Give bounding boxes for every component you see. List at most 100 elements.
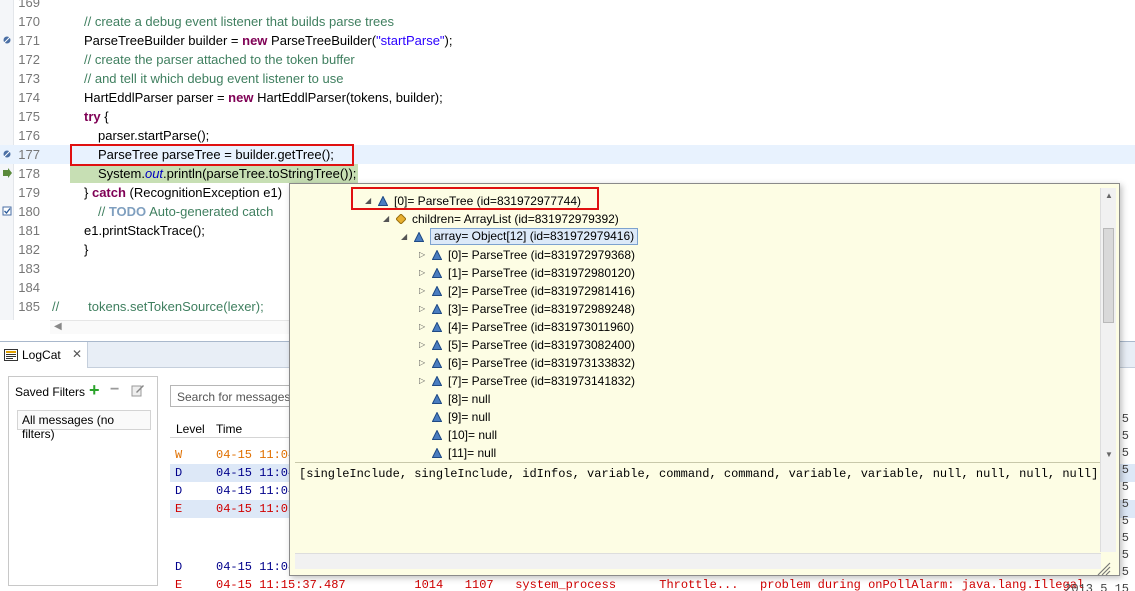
code-line[interactable]: 176 parser.startParse(); bbox=[0, 126, 1135, 145]
log-level: D bbox=[175, 466, 183, 480]
expanded-arrow-icon[interactable]: ◢ bbox=[383, 210, 393, 228]
remove-filter-button[interactable]: − bbox=[110, 381, 119, 399]
filter-item-all-messages[interactable]: All messages (no filters) bbox=[17, 410, 151, 441]
collapsed-arrow-icon[interactable]: ▷ bbox=[419, 282, 429, 300]
log-level: E bbox=[175, 578, 183, 591]
scroll-left-arrow-icon[interactable]: ◀ bbox=[54, 321, 62, 332]
log-cell-fragment: 5 bbox=[1121, 429, 1129, 443]
line-number: 173 bbox=[18, 71, 40, 86]
code-line[interactable]: 169 bbox=[0, 0, 1135, 12]
value-detail-pane[interactable]: [singleInclude, singleInclude, idInfos, … bbox=[295, 462, 1101, 552]
tree-node-label: [4]= ParseTree (id=831973011960) bbox=[448, 320, 635, 334]
column-header-level[interactable]: Level bbox=[176, 422, 205, 436]
code-line[interactable]: 172 // create the parser attached to the … bbox=[0, 50, 1135, 69]
log-cell-fragment: 5 bbox=[1121, 480, 1129, 494]
log-time: 04-15 11:04 bbox=[216, 484, 296, 498]
resize-grip-icon[interactable] bbox=[1097, 562, 1111, 576]
scroll-up-arrow-icon[interactable]: ▲ bbox=[1105, 191, 1113, 200]
code-line[interactable]: 174 HartEddlParser parser = new HartEddlP… bbox=[0, 88, 1135, 107]
tree-node-label: [7]= ParseTree (id=831973141832) bbox=[448, 374, 636, 388]
code-text: try { bbox=[84, 109, 109, 124]
line-number: 175 bbox=[18, 109, 40, 124]
line-number: 171 bbox=[18, 33, 40, 48]
code-text: // tokens.setTokenSource(lexer); bbox=[52, 299, 264, 314]
line-number: 177 bbox=[18, 147, 40, 162]
public-field-icon bbox=[432, 430, 442, 440]
saved-filters-panel: Saved Filters + − All messages (no filte… bbox=[8, 376, 158, 586]
detail-vertical-scrollbar[interactable] bbox=[1100, 462, 1116, 552]
line-number: 182 bbox=[18, 242, 40, 257]
tree-vertical-scrollbar[interactable]: ▲ ▼ bbox=[1100, 188, 1116, 462]
collapsed-arrow-icon[interactable]: ▷ bbox=[419, 336, 429, 354]
code-line[interactable]: 178 System.out.println(parseTree.toString… bbox=[0, 164, 1135, 183]
collapsed-arrow-icon[interactable]: ▷ bbox=[419, 264, 429, 282]
code-text: parser.startParse(); bbox=[98, 128, 210, 143]
tab-logcat[interactable]: LogCat ✕ bbox=[0, 342, 88, 368]
log-cell-fragment: 2013 5 15 bbox=[1064, 582, 1129, 591]
tree-node-label: [5]= ParseTree (id=831973082400) bbox=[448, 338, 636, 352]
debug-inspect-popup[interactable]: ◢ [0]= ParseTree (id=831972977744) ◢ childr… bbox=[289, 183, 1120, 576]
tree-node-label: [6]= ParseTree (id=831973133832) bbox=[448, 356, 636, 370]
public-field-icon bbox=[432, 394, 442, 404]
tree-node-label: [9]= null bbox=[448, 410, 491, 424]
public-field-icon bbox=[414, 232, 424, 242]
code-text: ParseTreeBuilder builder = new ParseTree… bbox=[84, 33, 453, 48]
code-line[interactable]: 170 // create a debug event listener that… bbox=[0, 12, 1135, 31]
close-icon[interactable]: ✕ bbox=[72, 347, 82, 361]
log-cell-fragment: 5 bbox=[1121, 548, 1129, 562]
line-number: 178 bbox=[18, 166, 40, 181]
breakpoint-marker-icon[interactable] bbox=[2, 35, 12, 45]
public-field-icon bbox=[432, 412, 442, 422]
protected-field-icon bbox=[396, 214, 406, 224]
log-time: 04-15 11:15:37.487 bbox=[216, 578, 346, 591]
collapsed-arrow-icon[interactable]: ▷ bbox=[419, 354, 429, 372]
log-cell-fragment: 5 bbox=[1121, 446, 1129, 460]
log-time: 04-15 11:04 bbox=[216, 448, 296, 462]
log-cell-fragment: 5 bbox=[1121, 463, 1129, 477]
line-number: 180 bbox=[18, 204, 40, 219]
breakpoint-marker-icon[interactable] bbox=[2, 149, 12, 159]
edit-filter-icon[interactable] bbox=[131, 383, 145, 397]
log-cell-fragment: 5 bbox=[1121, 497, 1129, 511]
scroll-down-arrow-icon[interactable]: ▼ bbox=[1105, 450, 1113, 459]
collapsed-arrow-icon[interactable]: ▷ bbox=[419, 300, 429, 318]
code-line[interactable]: 175 try { bbox=[0, 107, 1135, 126]
public-field-icon bbox=[432, 376, 442, 386]
variable-tree[interactable]: ◢ [0]= ParseTree (id=831972977744) ◢ childr… bbox=[291, 185, 1103, 461]
code-text: System.out.println(parseTree.toStringTre… bbox=[70, 164, 359, 183]
collapsed-arrow-icon[interactable]: ▷ bbox=[419, 372, 429, 390]
search-input[interactable]: Search for messages. Accepts Java regexe… bbox=[170, 385, 295, 407]
column-header-time[interactable]: Time bbox=[216, 422, 242, 436]
add-filter-button[interactable]: + bbox=[89, 380, 100, 401]
log-time: 04-15 11:08 bbox=[216, 560, 296, 574]
line-number: 184 bbox=[18, 280, 40, 295]
code-line[interactable]: 173 // and tell it which debug event list… bbox=[0, 69, 1135, 88]
line-number: 183 bbox=[18, 261, 40, 276]
tree-node-label: [2]= ParseTree (id=831972981416) bbox=[448, 284, 636, 298]
tree-node-label: array= Object[12] (id=831972979416) bbox=[430, 228, 639, 245]
code-line[interactable]: 171 ParseTreeBuilder builder = new ParseT… bbox=[0, 31, 1135, 50]
collapsed-arrow-icon[interactable]: ▷ bbox=[419, 318, 429, 336]
task-marker-icon[interactable] bbox=[2, 206, 12, 216]
detail-horizontal-scrollbar[interactable] bbox=[295, 553, 1101, 569]
highlight-box-getTree bbox=[70, 144, 354, 166]
line-number: 172 bbox=[18, 52, 40, 67]
editor-horizontal-scrollbar[interactable]: ◀ bbox=[50, 320, 295, 334]
detail-value-text: [singleInclude, singleInclude, idInfos, … bbox=[299, 467, 1099, 481]
code-text: // create the parser attached to the tok… bbox=[84, 52, 355, 67]
scrollbar-thumb[interactable] bbox=[1103, 228, 1114, 323]
log-time: 04-15 11:04 bbox=[216, 466, 296, 480]
log-cell-fragment: 5 bbox=[1121, 531, 1129, 545]
log-row[interactable]: E 04-15 11:15:37.487 1014 1107 system_pro… bbox=[170, 576, 1135, 591]
collapsed-arrow-icon[interactable]: ▷ bbox=[419, 246, 429, 264]
code-text: // create a debug event listener that bu… bbox=[84, 14, 395, 29]
expanded-arrow-icon[interactable]: ◢ bbox=[401, 228, 411, 246]
code-text: } bbox=[84, 242, 89, 257]
instruction-pointer-icon bbox=[3, 168, 12, 178]
log-level: E bbox=[175, 502, 183, 516]
log-level: D bbox=[175, 560, 183, 574]
tree-node-label: children= ArrayList (id=831972979392) bbox=[412, 212, 619, 226]
log-cell-fragment: 5 bbox=[1121, 412, 1129, 426]
tree-node-label: [8]= null bbox=[448, 392, 491, 406]
code-text: } catch (RecognitionException e1) bbox=[84, 185, 283, 200]
